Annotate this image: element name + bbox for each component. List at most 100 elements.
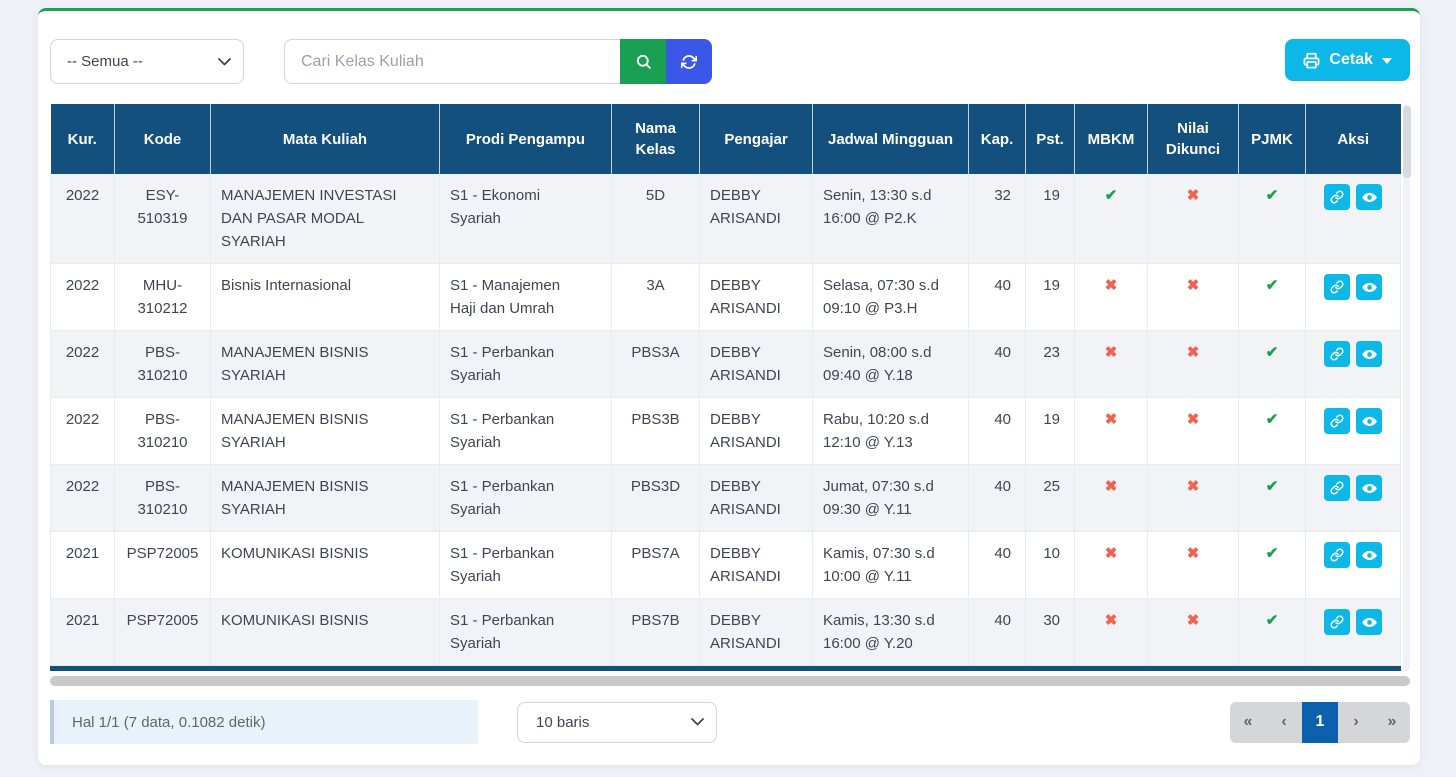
view-button[interactable] bbox=[1356, 274, 1382, 300]
print-button[interactable]: Cetak bbox=[1285, 39, 1410, 81]
x-icon: ✖ bbox=[1105, 411, 1118, 428]
printer-icon bbox=[1303, 52, 1320, 69]
check-icon: ✔ bbox=[1266, 187, 1279, 204]
toolbar: -- Semua -- Cetak bbox=[50, 39, 1410, 84]
cell-mata-kuliah: MANAJEMEN BISNIS SYARIAH bbox=[211, 398, 440, 465]
cell-pengajar: DEBBY ARISANDI bbox=[700, 174, 813, 264]
eye-icon bbox=[1361, 480, 1378, 497]
check-icon: ✔ bbox=[1266, 478, 1279, 495]
cell-pst: 30 bbox=[1026, 599, 1075, 666]
pagination-info: Hal 1/1 (7 data, 0.1082 detik) bbox=[50, 700, 478, 744]
link-button[interactable] bbox=[1324, 408, 1350, 434]
cell-kur: 2022 bbox=[51, 174, 115, 264]
print-button-label: Cetak bbox=[1329, 51, 1373, 69]
table-row: 2022MHU-310212Bisnis InternasionalS1 - M… bbox=[51, 264, 1401, 331]
cell-jadwal-mingguan: Selasa, 07:30 s.d 09:10 @ P3.H bbox=[813, 264, 969, 331]
filter-select-wrap: -- Semua -- bbox=[50, 39, 244, 84]
search-button[interactable] bbox=[620, 39, 666, 84]
cell-kur: 2021 bbox=[51, 532, 115, 599]
caret-down-icon bbox=[1382, 58, 1392, 64]
cell-kap: 40 bbox=[969, 599, 1026, 666]
cell-kode: PSP72005 bbox=[115, 532, 211, 599]
view-button[interactable] bbox=[1356, 609, 1382, 635]
table-header-row: Kur. Kode Mata Kuliah Prodi Pengampu Nam… bbox=[51, 104, 1401, 174]
link-button[interactable] bbox=[1324, 542, 1350, 568]
x-icon: ✖ bbox=[1187, 545, 1200, 562]
cell-mata-kuliah: KOMUNIKASI BISNIS bbox=[211, 599, 440, 666]
cell-prodi-pengampu: S1 - Perbankan Syariah bbox=[440, 465, 612, 532]
view-button[interactable] bbox=[1356, 475, 1382, 501]
x-icon: ✖ bbox=[1105, 344, 1118, 361]
cell-pjmk: ✔ bbox=[1239, 264, 1306, 331]
x-icon: ✖ bbox=[1105, 612, 1118, 629]
link-icon bbox=[1330, 280, 1344, 294]
cell-jadwal-mingguan: Kamis, 13:30 s.d 16:00 @ Y.20 bbox=[813, 599, 969, 666]
cell-nilai-dikunci: ✖ bbox=[1148, 174, 1239, 264]
check-icon: ✔ bbox=[1266, 277, 1279, 294]
eye-icon bbox=[1361, 547, 1378, 564]
pagination-last-button[interactable]: » bbox=[1374, 702, 1410, 743]
col-header-kode: Kode bbox=[115, 104, 211, 174]
cell-pjmk: ✔ bbox=[1239, 398, 1306, 465]
cell-nama-kelas: 5D bbox=[612, 174, 700, 264]
table-footer: Hal 1/1 (7 data, 0.1082 detik) 10 baris … bbox=[50, 700, 1410, 744]
x-icon: ✖ bbox=[1105, 545, 1118, 562]
cell-kur: 2022 bbox=[51, 264, 115, 331]
cell-pjmk: ✔ bbox=[1239, 532, 1306, 599]
vertical-scrollbar-thumb[interactable] bbox=[1403, 106, 1411, 178]
view-button[interactable] bbox=[1356, 341, 1382, 367]
cell-pengajar: DEBBY ARISANDI bbox=[700, 398, 813, 465]
cell-mata-kuliah: MANAJEMEN BISNIS SYARIAH bbox=[211, 465, 440, 532]
link-button[interactable] bbox=[1324, 274, 1350, 300]
cell-aksi bbox=[1306, 174, 1401, 264]
rows-per-page-select[interactable]: 10 baris bbox=[517, 702, 717, 743]
col-header-prodi-pengampu: Prodi Pengampu bbox=[440, 104, 612, 174]
cell-kap: 40 bbox=[969, 331, 1026, 398]
filter-select[interactable]: -- Semua -- bbox=[50, 39, 244, 84]
x-icon: ✖ bbox=[1187, 411, 1200, 428]
pagination-first-button[interactable]: « bbox=[1230, 702, 1266, 743]
x-icon: ✖ bbox=[1105, 277, 1118, 294]
table-zone: Kur. Kode Mata Kuliah Prodi Pengampu Nam… bbox=[50, 104, 1410, 671]
cell-pst: 25 bbox=[1026, 465, 1075, 532]
vertical-scrollbar[interactable] bbox=[1403, 104, 1410, 671]
link-button[interactable] bbox=[1324, 475, 1350, 501]
eye-icon bbox=[1361, 279, 1378, 296]
cell-mbkm: ✖ bbox=[1075, 532, 1148, 599]
link-button[interactable] bbox=[1324, 184, 1350, 210]
table-row: 2022PBS-310210MANAJEMEN BISNIS SYARIAHS1… bbox=[51, 398, 1401, 465]
cell-kode: ESY-510319 bbox=[115, 174, 211, 264]
check-icon: ✔ bbox=[1266, 612, 1279, 629]
col-header-kur: Kur. bbox=[51, 104, 115, 174]
cell-mata-kuliah: Bisnis Internasional bbox=[211, 264, 440, 331]
cell-aksi bbox=[1306, 398, 1401, 465]
cell-kode: MHU-310212 bbox=[115, 264, 211, 331]
link-button[interactable] bbox=[1324, 609, 1350, 635]
pagination-next-button[interactable]: › bbox=[1338, 702, 1374, 743]
cell-prodi-pengampu: S1 - Perbankan Syariah bbox=[440, 599, 612, 666]
cell-nilai-dikunci: ✖ bbox=[1148, 264, 1239, 331]
search-input[interactable] bbox=[284, 39, 620, 84]
pagination-prev-button[interactable]: ‹ bbox=[1266, 702, 1302, 743]
cell-kur: 2021 bbox=[51, 599, 115, 666]
cell-pjmk: ✔ bbox=[1239, 174, 1306, 264]
cell-jadwal-mingguan: Senin, 08:00 s.d 09:40 @ Y.18 bbox=[813, 331, 969, 398]
cell-pst: 19 bbox=[1026, 398, 1075, 465]
kelas-kuliah-table: Kur. Kode Mata Kuliah Prodi Pengampu Nam… bbox=[50, 104, 1401, 666]
col-header-kap: Kap. bbox=[969, 104, 1026, 174]
link-icon bbox=[1330, 481, 1344, 495]
pagination-page-1-button[interactable]: 1 bbox=[1302, 702, 1338, 743]
view-button[interactable] bbox=[1356, 184, 1382, 210]
refresh-button[interactable] bbox=[666, 39, 712, 84]
cell-nama-kelas: 3A bbox=[612, 264, 700, 331]
cell-aksi bbox=[1306, 465, 1401, 532]
link-button[interactable] bbox=[1324, 341, 1350, 367]
eye-icon bbox=[1361, 614, 1378, 631]
x-icon: ✖ bbox=[1187, 277, 1200, 294]
cell-nama-kelas: PBS3D bbox=[612, 465, 700, 532]
view-button[interactable] bbox=[1356, 408, 1382, 434]
horizontal-scrollbar[interactable] bbox=[50, 676, 1410, 686]
table-container: Kur. Kode Mata Kuliah Prodi Pengampu Nam… bbox=[50, 104, 1401, 671]
view-button[interactable] bbox=[1356, 542, 1382, 568]
col-header-nama-kelas: Nama Kelas bbox=[612, 104, 700, 174]
